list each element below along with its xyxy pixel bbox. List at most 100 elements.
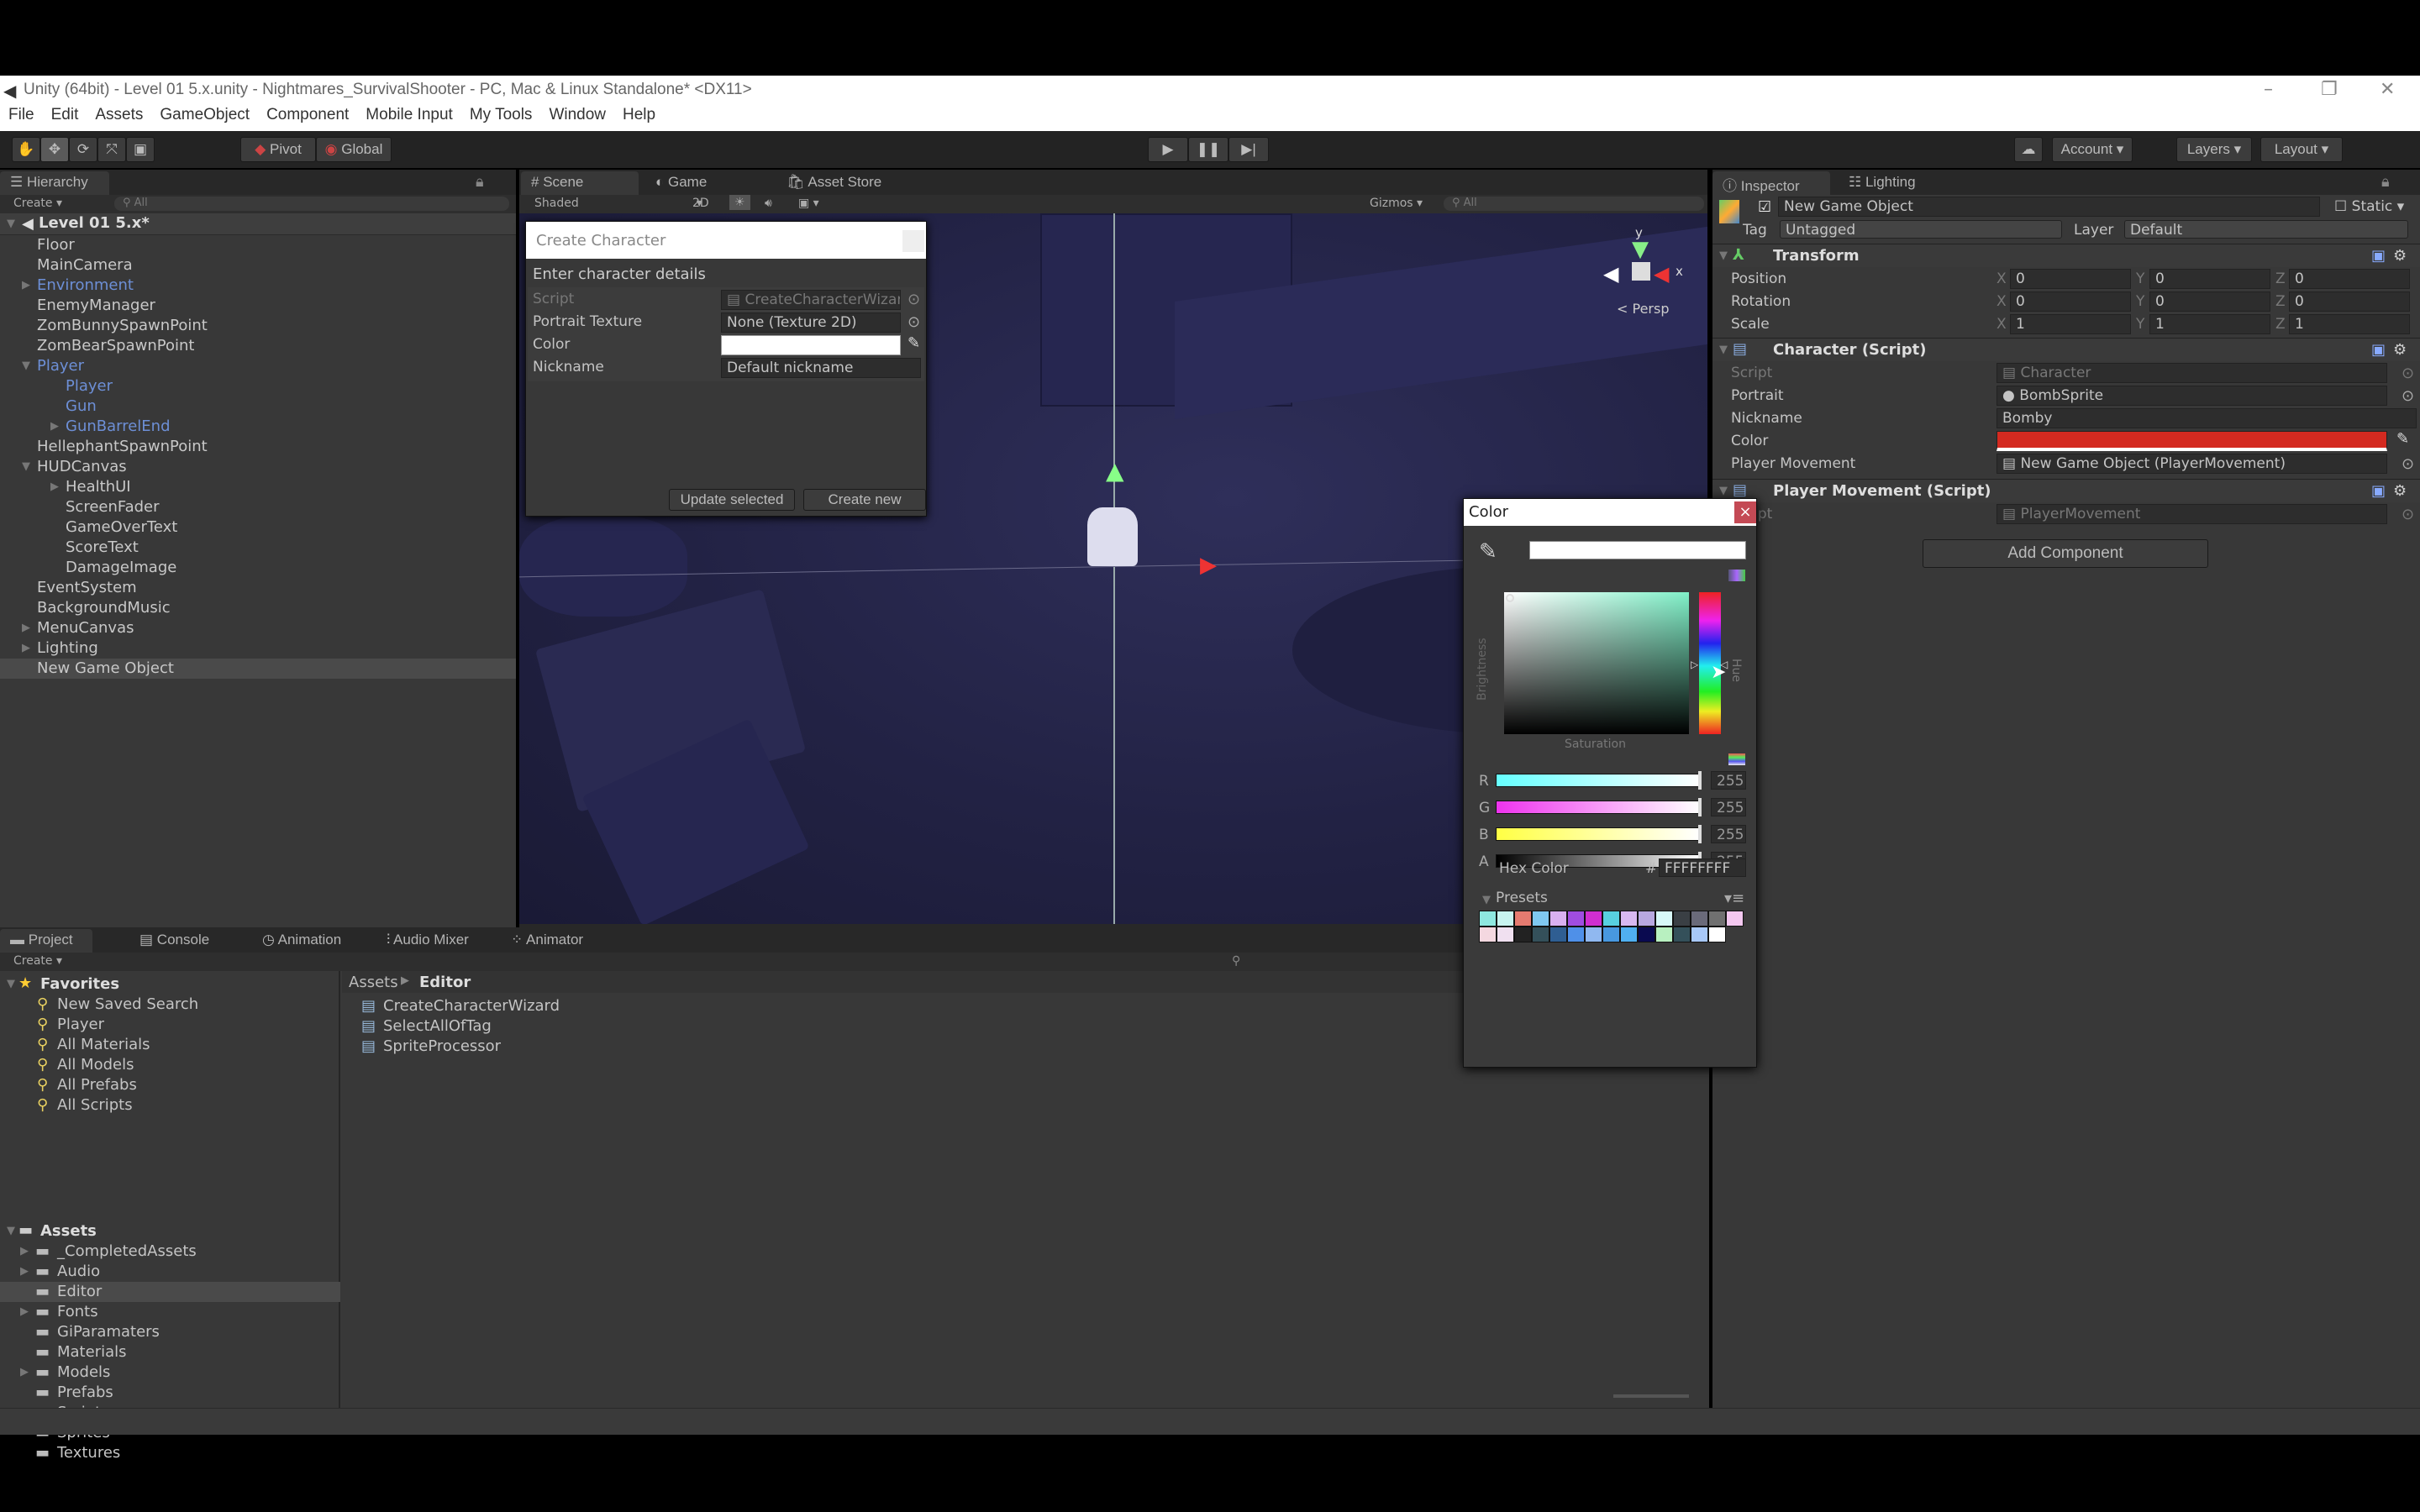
axis-cone-icon[interactable]: ◀ [1603, 262, 1618, 286]
channel-r-input[interactable]: 255 [1711, 771, 1746, 790]
scene-search-input[interactable]: ⚲ All [1444, 197, 1704, 211]
hierarchy-item[interactable]: DamageImage [0, 558, 516, 578]
expand-arrow-icon[interactable]: ▼ [22, 457, 30, 477]
tab-game[interactable]: ◐ Game [645, 171, 717, 195]
close-icon[interactable]: ✕ [2380, 79, 2395, 100]
file-item[interactable]: ▤ CreateCharacterWizard [361, 996, 781, 1016]
channel-g-slider[interactable] [1496, 798, 1702, 816]
slider-mode-icon[interactable] [1728, 753, 1745, 765]
file-item[interactable]: ▤ SelectAllOfTag [361, 1016, 781, 1037]
axis-y-cone-icon[interactable]: ▼ [1632, 237, 1649, 262]
folder-item[interactable]: ▬ Prefabs [0, 1383, 340, 1403]
update-selected-button[interactable]: Update selected [669, 489, 795, 511]
object-picker-icon[interactable]: ⊙ [2402, 387, 2414, 405]
preset-swatch[interactable] [1585, 927, 1602, 942]
expand-arrow-icon[interactable]: ▶ [22, 618, 30, 638]
expand-arrow-icon[interactable]: ▶ [20, 1362, 29, 1383]
tab-animator[interactable]: ⁘ Animator [501, 929, 593, 953]
help-icon[interactable]: ▣ [2371, 341, 2386, 359]
color-field[interactable] [721, 335, 901, 355]
hierarchy-item[interactable]: ▶ GunBarrelEnd [0, 417, 516, 437]
gizmo-center-cube[interactable] [1632, 262, 1650, 281]
project-create-dropdown[interactable]: Create ▾ [13, 954, 62, 968]
channel-b-input[interactable]: 255 [1711, 825, 1746, 843]
position-z-input[interactable]: 0 [2289, 269, 2410, 289]
object-picker-icon[interactable]: ⊙ [908, 291, 920, 308]
menu-edit[interactable]: Edit [51, 106, 79, 124]
hierarchy-item[interactable]: New Game Object [0, 659, 516, 679]
folder-item[interactable]: ▶ ▬ Models [0, 1362, 340, 1383]
preset-swatch[interactable] [1708, 911, 1726, 927]
hierarchy-item[interactable]: BackgroundMusic [0, 598, 516, 618]
tab-inspector[interactable]: ⓘ Inspector [1712, 171, 1830, 195]
cloud-button[interactable]: ☁ [2014, 137, 2043, 162]
hierarchy-item[interactable]: ZomBunnySpawnPoint [0, 316, 516, 336]
tab-lighting[interactable]: ☷ Lighting [1839, 171, 1926, 195]
collapse-arrow-icon[interactable]: ▼ [1719, 485, 1728, 497]
preset-swatch[interactable] [1655, 911, 1673, 927]
pause-button[interactable]: ❚❚ [1188, 137, 1228, 162]
preset-swatch[interactable] [1549, 927, 1567, 942]
menu-gameobject[interactable]: GameObject [160, 106, 250, 124]
preset-swatch[interactable] [1567, 911, 1585, 927]
folder-item[interactable]: ▶ ▬ _CompletedAssets [0, 1242, 340, 1262]
transform-header[interactable]: ▼ ⅄ Transform ▣ ⚙ [1712, 244, 2420, 267]
hierarchy-item[interactable]: EventSystem [0, 578, 516, 598]
favorite-item[interactable]: ⚲ Player [0, 1015, 340, 1035]
audio-toggle-icon[interactable]: 🔊︎ [765, 197, 772, 210]
preset-swatch[interactable] [1514, 927, 1532, 942]
scene-orientation-gizmo[interactable]: y ▼ ◀ ◀ x < Persp [1595, 225, 1687, 318]
preset-swatch[interactable] [1673, 911, 1691, 927]
folder-item[interactable]: ▬ Materials [0, 1342, 340, 1362]
preset-swatch[interactable] [1691, 927, 1708, 942]
folder-item[interactable]: ▶ ▬ Audio [0, 1262, 340, 1282]
preset-swatch[interactable] [1532, 927, 1549, 942]
rotate-tool-icon[interactable]: ⟳ [69, 137, 97, 162]
preset-swatch[interactable] [1479, 911, 1497, 927]
scale-y-input[interactable]: 1 [2149, 314, 2270, 334]
saturation-brightness-field[interactable] [1504, 592, 1689, 734]
lock-icon[interactable]: 🔒︎ [476, 173, 484, 191]
layout-dropdown[interactable]: Layout ▾ [2260, 137, 2343, 162]
hierarchy-search-input[interactable]: ⚲ All [114, 197, 509, 211]
hierarchy-item[interactable]: ▶ MenuCanvas [0, 618, 516, 638]
eyedropper-icon[interactable]: ✎ [908, 334, 920, 352]
preset-swatch[interactable] [1620, 911, 1638, 927]
presets-collapse-arrow-icon[interactable]: ▼ [1482, 894, 1491, 906]
gizmo-x-arrow-icon[interactable]: ▶ [1200, 553, 1217, 578]
rect-tool-icon[interactable]: ▣ [126, 137, 155, 162]
layer-dropdown[interactable]: Default [2124, 220, 2408, 239]
channel-r-slider[interactable] [1496, 771, 1702, 790]
expand-arrow-icon[interactable]: ▶ [50, 477, 59, 497]
slider-handle[interactable] [1698, 798, 1702, 816]
rotation-x-input[interactable]: 0 [2010, 291, 2131, 312]
preset-swatch[interactable] [1602, 927, 1620, 942]
hierarchy-item[interactable]: ScoreText [0, 538, 516, 558]
menu-window[interactable]: Window [549, 106, 606, 124]
maximize-icon[interactable]: ❐ [2321, 79, 2338, 100]
eyedropper-icon[interactable]: ✎ [2396, 430, 2409, 448]
preset-swatch[interactable] [1497, 911, 1514, 927]
hue-handle-icon[interactable]: ▷ [1691, 659, 1698, 670]
object-picker-icon[interactable]: ⊙ [2402, 506, 2414, 523]
axis-x-cone-icon[interactable]: ◀ [1654, 262, 1669, 286]
scale-tool-icon[interactable]: ⤧ [97, 137, 126, 162]
preset-swatch[interactable] [1708, 927, 1726, 942]
pivot-button[interactable]: ◆ Pivot [240, 137, 316, 162]
menu-assets[interactable]: Assets [95, 106, 143, 124]
expand-arrow-icon[interactable]: ▶ [20, 1302, 29, 1322]
preset-swatch[interactable] [1673, 927, 1691, 942]
gear-icon[interactable]: ⚙ [2393, 341, 2407, 359]
menu-component[interactable]: Component [266, 106, 349, 124]
global-button[interactable]: ◉ Global [316, 137, 392, 162]
hand-tool-icon[interactable]: ✋ [12, 137, 40, 162]
layers-dropdown[interactable]: Layers ▾ [2176, 137, 2252, 162]
expand-arrow-icon[interactable]: ▶ [50, 417, 59, 437]
color-picker-close-button[interactable]: × [1734, 501, 1756, 523]
preset-swatch[interactable] [1638, 927, 1655, 942]
hierarchy-item[interactable]: ZomBearSpawnPoint [0, 336, 516, 356]
preset-swatch[interactable] [1479, 927, 1497, 942]
channel-g-input[interactable]: 255 [1711, 798, 1746, 816]
expand-arrow-icon[interactable]: ▶ [22, 276, 30, 296]
step-button[interactable]: ▶| [1228, 137, 1269, 162]
